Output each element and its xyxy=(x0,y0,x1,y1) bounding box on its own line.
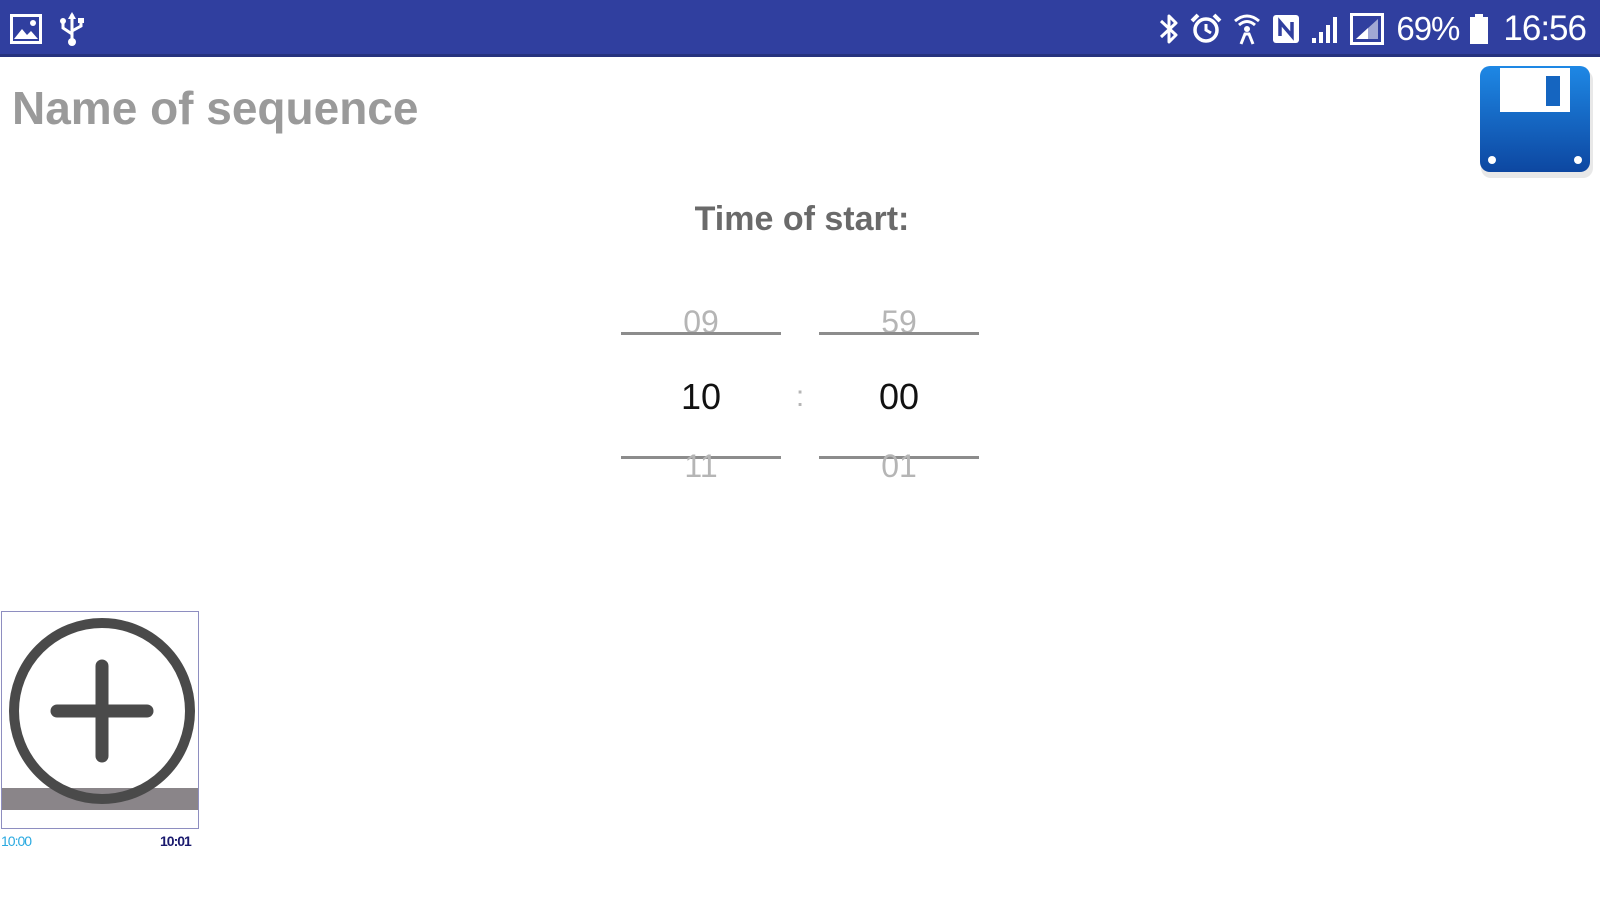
sequence-item-tile[interactable] xyxy=(1,611,199,829)
battery-percent: 69% xyxy=(1396,9,1460,47)
minute-picker[interactable]: 59 00 01 xyxy=(819,296,979,486)
hour-current-value[interactable]: 10 xyxy=(621,376,781,418)
minute-next-value[interactable]: 01 xyxy=(819,448,979,485)
status-bar-right: 69% 16:56 xyxy=(1158,0,1587,57)
sequence-name-input[interactable] xyxy=(12,76,1212,140)
usb-icon xyxy=(58,11,86,47)
hour-picker-divider-top xyxy=(621,332,781,335)
hour-prev-value[interactable]: 09 xyxy=(621,304,781,341)
nfc-icon xyxy=(1272,11,1300,47)
hour-picker[interactable]: 09 10 11 xyxy=(621,296,781,486)
status-clock: 16:56 xyxy=(1503,8,1587,48)
plus-circle-icon xyxy=(4,614,198,808)
sequence-end-time: 10:01 xyxy=(160,833,192,849)
minute-prev-value[interactable]: 59 xyxy=(819,304,979,341)
status-bar: 69% 16:56 xyxy=(0,0,1600,57)
time-separator: : xyxy=(795,380,805,413)
minute-picker-divider-top xyxy=(819,332,979,335)
signal-icon xyxy=(1310,11,1340,47)
battery-icon xyxy=(1469,11,1489,47)
minute-current-value[interactable]: 00 xyxy=(819,376,979,418)
data-signal-icon xyxy=(1350,11,1385,47)
time-of-start-label: Time of start: xyxy=(694,200,910,238)
hour-next-value[interactable]: 11 xyxy=(621,448,781,485)
gallery-icon xyxy=(10,11,42,47)
bluetooth-icon xyxy=(1158,11,1180,47)
add-step-button[interactable] xyxy=(4,614,198,808)
alarm-icon xyxy=(1190,11,1222,47)
save-button[interactable] xyxy=(1478,64,1596,180)
wifi-calling-icon xyxy=(1232,11,1262,47)
floppy-disk-icon xyxy=(1478,64,1596,180)
status-bar-left xyxy=(10,0,86,57)
sequence-start-time: 10:00 xyxy=(1,833,32,849)
